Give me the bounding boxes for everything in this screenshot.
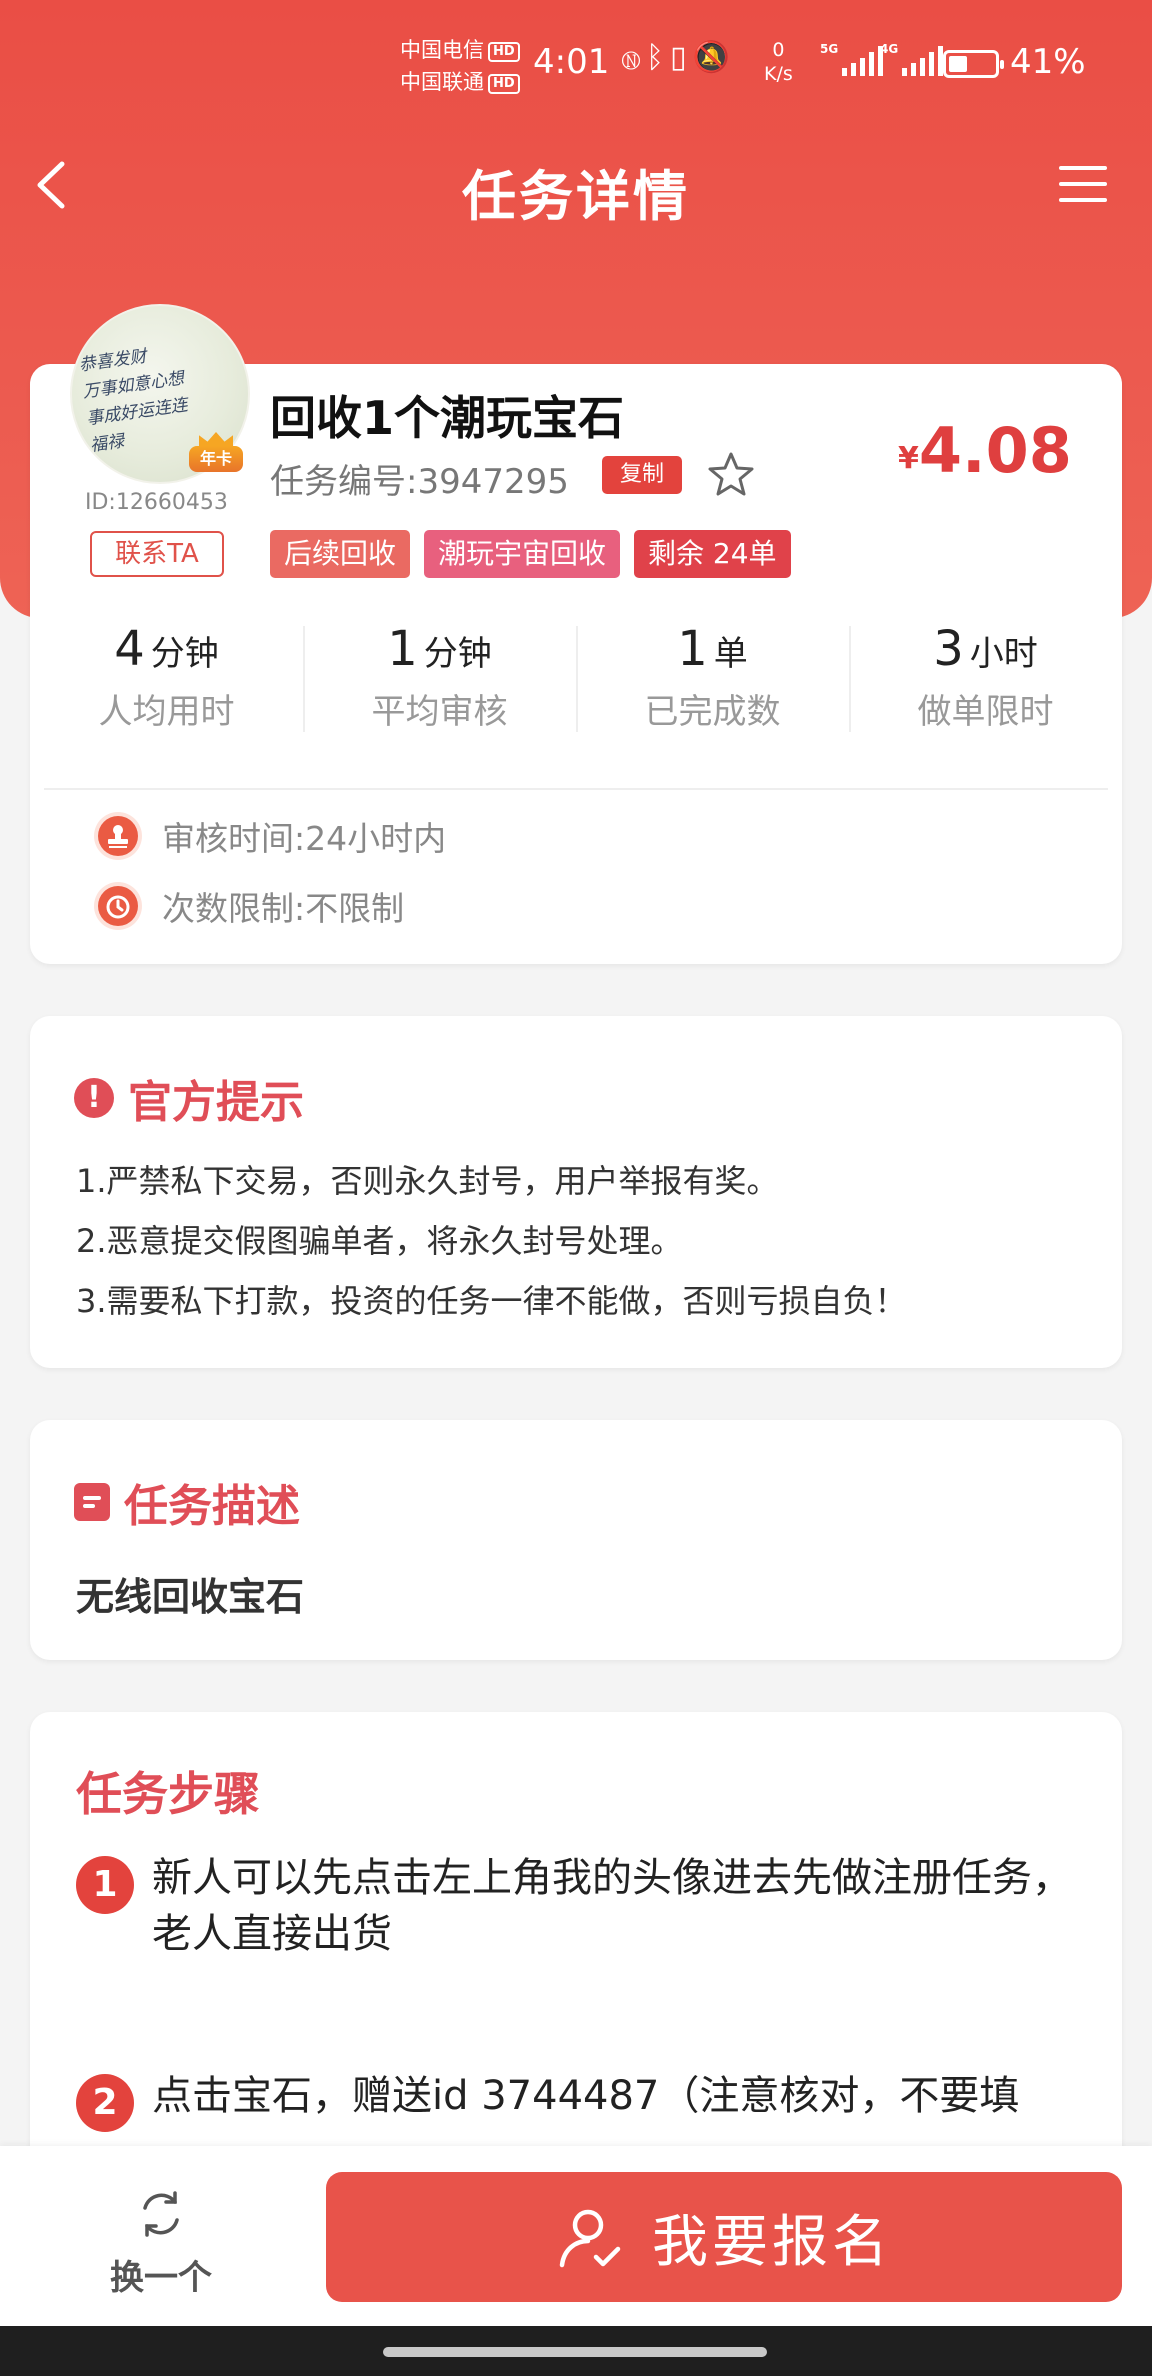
home-indicator[interactable] <box>383 2347 767 2357</box>
copy-button[interactable]: 复制 <box>602 456 682 494</box>
battery-fill <box>949 56 968 72</box>
step-item: 2 点击宝石，赠送id 3744487（注意核对，不要填 <box>76 2068 1076 2132</box>
carrier-1: 中国电信 <box>400 38 484 62</box>
mute-bell-icon: 🔕 <box>692 40 736 75</box>
signup-label: 我要报名 <box>652 2209 892 2275</box>
task-card: 恭喜发财 万事如意心想 事成好运连连 福禄 年卡 ID:12660453 联系TA 回… <box>30 304 1122 964</box>
gesture-bar <box>0 2326 1152 2376</box>
steps-title: 任务步骤 <box>76 1767 260 1821</box>
signal-icon-4g: 4G <box>880 42 944 76</box>
clock: 4:01 <box>533 42 610 82</box>
tip-line: 3.需要私下打款，投资的任务一律不能做，否则亏损自负！ <box>76 1282 907 1320</box>
alert-icon: ! <box>74 1078 114 1118</box>
page-title: 任务详情 <box>462 165 690 228</box>
stat-label: 做单限时 <box>917 692 1054 732</box>
nfc-icon: Ⓝ <box>622 40 646 75</box>
step-text: 点击宝石，赠送id 3744487（注意核对，不要填 <box>152 2073 1020 2119</box>
hd-badge: HD <box>488 42 520 62</box>
task-title: 回收1个潮玩宝石 <box>270 391 625 445</box>
task-tags: 后续回收 潮玩宇宙回收 剩余 24单 <box>270 530 791 578</box>
user-id: ID:12660453 <box>85 490 228 515</box>
stat-label: 人均用时 <box>98 692 235 732</box>
hd-badge: HD <box>488 74 520 94</box>
review-time-row: 审核时间:24小时内 <box>98 812 446 860</box>
battery-icon <box>943 50 1004 78</box>
description-text: 无线回收宝石 <box>76 1575 305 1619</box>
status-bar: 中国电信 HD 中国联通 HD 4:01 Ⓝᛒ▯🔕 0 K/s 5G 4G 41% <box>0 0 1152 130</box>
switch-task-button[interactable]: 换一个 <box>110 2188 212 2299</box>
signal-label: 4G <box>880 42 899 56</box>
switch-task-label: 换一个 <box>110 2258 212 2298</box>
net-speed-unit: K/s <box>764 63 793 85</box>
status-icons: Ⓝᛒ▯🔕 <box>622 40 736 75</box>
step-number: 1 <box>76 1856 134 1914</box>
stat-time-limit: 3 小时 做单限时 <box>849 616 1122 742</box>
stat-unit: 分钟 <box>423 634 492 674</box>
stat-avg-time: 4 分钟 人均用时 <box>30 616 303 742</box>
stat-value: 1 <box>677 621 708 677</box>
bottom-action-bar: 换一个 我要报名 <box>0 2146 1152 2326</box>
carrier-2: 中国联通 <box>400 70 484 94</box>
battery-percent: 41% <box>1010 42 1086 82</box>
stat-value: 3 <box>933 621 964 677</box>
stat-unit: 分钟 <box>150 634 219 674</box>
vibrate-icon: ▯ <box>670 40 693 75</box>
stamp-icon <box>98 816 138 856</box>
year-card-badge: 年卡 <box>185 432 245 472</box>
menu-button[interactable] <box>1058 162 1108 206</box>
refresh-icon <box>143 2191 179 2237</box>
net-speed: 0 K/s <box>764 38 793 86</box>
tag-remaining: 剩余 24单 <box>634 530 791 578</box>
signal-icon-5g: 5G <box>820 42 884 76</box>
tag-follow-up: 后续回收 <box>270 530 411 578</box>
step-text: 新人可以先点击左上角我的头像进去先做注册任务，老人直接出货 <box>152 1855 1072 1957</box>
tips-title: 官方提示 <box>128 1077 304 1128</box>
price-value: 4.08 <box>918 414 1072 487</box>
price-currency: ¥ <box>898 441 919 476</box>
task-number: 任务编号:3947295 <box>270 462 569 502</box>
task-description-card: 任务描述 无线回收宝石 <box>30 1420 1122 1660</box>
stat-unit: 小时 <box>969 634 1038 674</box>
favorite-button[interactable] <box>706 450 756 500</box>
stat-value: 4 <box>114 621 145 677</box>
description-heading: 任务描述 <box>74 1470 300 1534</box>
tip-line: 2.恶意提交假图骗单者，将永久封号处理。 <box>76 1222 683 1260</box>
signal-label: 5G <box>820 42 839 56</box>
price: ¥4.08 <box>898 414 1072 487</box>
task-stats: 4 分钟 人均用时 1 分钟 平均审核 1单 已完成数 3 小时 做单限时 <box>30 616 1122 742</box>
step-number: 2 <box>76 2074 134 2132</box>
contact-button[interactable]: 联系TA <box>90 531 224 577</box>
clock-icon <box>98 886 138 926</box>
stat-completed: 1单 已完成数 <box>576 616 849 742</box>
stat-avg-review: 1 分钟 平均审核 <box>303 616 576 742</box>
official-tips-card: ! 官方提示 1.严禁私下交易，否则永久封号，用户举报有奖。 2.恶意提交假图骗… <box>30 1016 1122 1368</box>
stat-value: 1 <box>387 621 418 677</box>
signup-button[interactable]: 我要报名 <box>326 2172 1122 2302</box>
description-title: 任务描述 <box>124 1481 300 1532</box>
limit-row: 次数限制:不限制 <box>98 882 404 930</box>
year-card-label: 年卡 <box>189 446 243 472</box>
star-icon <box>708 452 754 496</box>
stat-label: 已完成数 <box>644 692 781 732</box>
review-time-text: 审核时间:24小时内 <box>162 819 447 858</box>
tip-line: 1.严禁私下交易，否则永久封号，用户举报有奖。 <box>76 1162 779 1200</box>
limit-text: 次数限制:不限制 <box>162 889 405 928</box>
stat-unit: 单 <box>713 634 748 674</box>
tips-heading: ! 官方提示 <box>74 1066 304 1130</box>
divider <box>44 788 1108 790</box>
nav-bar: 任务详情 <box>0 140 1152 230</box>
document-icon <box>74 1483 110 1521</box>
step-item: 1 新人可以先点击左上角我的头像进去先做注册任务，老人直接出货 <box>76 1850 1076 1962</box>
user-check-icon <box>559 2209 621 2268</box>
tag-category: 潮玩宇宙回收 <box>424 530 621 578</box>
carrier-info: 中国电信 HD 中国联通 HD <box>400 34 520 98</box>
bluetooth-icon: ᛒ <box>646 40 670 75</box>
stat-label: 平均审核 <box>371 692 508 732</box>
menu-icon <box>1059 166 1107 202</box>
net-speed-value: 0 <box>772 39 785 61</box>
